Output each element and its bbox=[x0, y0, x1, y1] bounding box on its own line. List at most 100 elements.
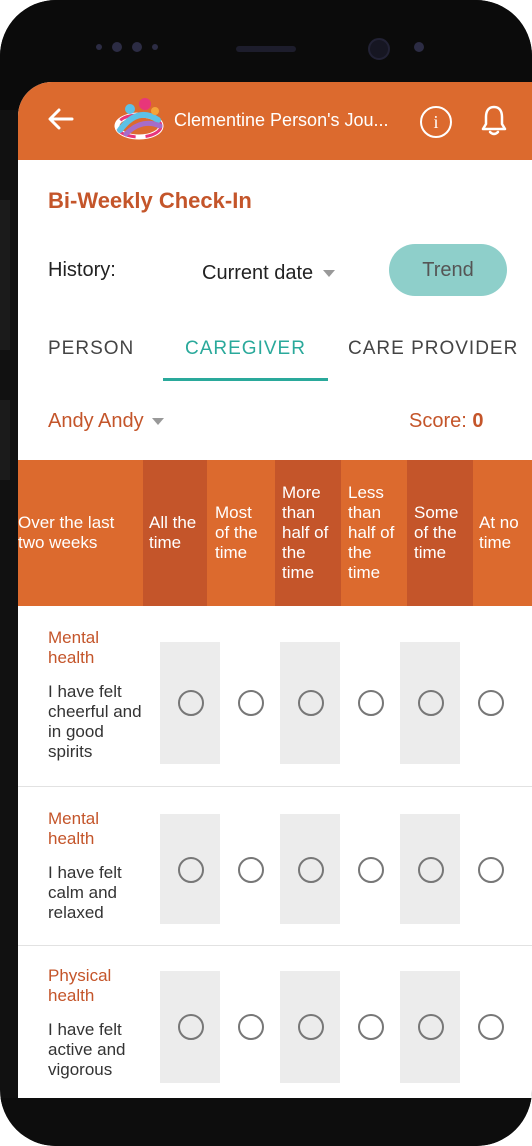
row-category-line: Physical bbox=[48, 966, 112, 985]
dropdown-caret-icon bbox=[323, 270, 336, 277]
radio-less-than-half[interactable] bbox=[358, 857, 384, 883]
header-line: Some bbox=[414, 503, 459, 522]
header-line: the bbox=[282, 543, 306, 562]
sensor bbox=[414, 42, 424, 52]
row-question-line: relaxed bbox=[48, 903, 104, 922]
radio-less-than-half[interactable] bbox=[358, 1014, 384, 1040]
radio-most-of-the-time[interactable] bbox=[238, 857, 264, 883]
header-line: time bbox=[414, 543, 447, 562]
header-line: half of bbox=[348, 523, 395, 542]
table-header: Over the last two weeks All the time Mos… bbox=[18, 460, 532, 606]
row-question: I have felt calm and relaxed bbox=[48, 863, 122, 923]
info-icon[interactable]: i bbox=[420, 106, 452, 138]
header-line: More bbox=[282, 483, 321, 502]
row-category-line: Mental bbox=[48, 809, 100, 828]
header-line: At no bbox=[479, 513, 519, 532]
side-button-power bbox=[0, 400, 10, 480]
history-label: History: bbox=[48, 259, 116, 281]
header-line: Most bbox=[215, 503, 252, 522]
row-category: Physical health bbox=[48, 966, 111, 1006]
trend-button[interactable]: Trend bbox=[389, 244, 507, 296]
header-line: time bbox=[348, 563, 381, 582]
radio-all-the-time[interactable] bbox=[178, 1014, 204, 1040]
speaker bbox=[236, 46, 296, 52]
header-col-some-of-the-time: Some of the time bbox=[407, 460, 473, 606]
app-logo-icon bbox=[108, 96, 168, 144]
history-dropdown[interactable]: Current date bbox=[202, 262, 336, 285]
radio-most-of-the-time[interactable] bbox=[238, 690, 264, 716]
radio-some-of-the-time[interactable] bbox=[418, 690, 444, 716]
radio-more-than-half[interactable] bbox=[298, 1014, 324, 1040]
radio-at-no-time[interactable] bbox=[478, 1014, 504, 1040]
phone-frame: Clementine Person's Jou... i Bi-Weekly C… bbox=[0, 0, 532, 1146]
header-col-at-no-time: At no time bbox=[473, 460, 532, 606]
person-name: Andy Andy bbox=[48, 410, 144, 432]
row-question-line: I have felt bbox=[48, 682, 122, 701]
radio-less-than-half[interactable] bbox=[358, 690, 384, 716]
person-dropdown[interactable]: Andy Andy bbox=[48, 410, 164, 433]
row-question: I have felt active and vigorous bbox=[48, 1020, 126, 1080]
row-question: I have felt cheerful and in good spirits bbox=[48, 682, 142, 762]
row-question-line: vigorous bbox=[48, 1060, 113, 1079]
sensor-dots bbox=[96, 42, 158, 52]
radio-some-of-the-time[interactable] bbox=[418, 857, 444, 883]
score-display: Score: 0 bbox=[409, 410, 484, 433]
question-row: Mental health I have felt cheerful and i… bbox=[18, 606, 532, 787]
row-question-line: active and bbox=[48, 1040, 126, 1059]
bell-icon[interactable] bbox=[480, 104, 508, 136]
header-line: time bbox=[149, 533, 182, 552]
radio-more-than-half[interactable] bbox=[298, 690, 324, 716]
header-period-line: Over the last bbox=[18, 513, 115, 532]
radio-all-the-time[interactable] bbox=[178, 690, 204, 716]
history-selected-value: Current date bbox=[202, 262, 314, 284]
header-line: than bbox=[282, 503, 316, 522]
header-line: time bbox=[479, 533, 512, 552]
score-label: Score: bbox=[409, 410, 467, 432]
row-question-line: spirits bbox=[48, 742, 93, 761]
header-col-more-than-half: More than half of the time bbox=[275, 460, 341, 606]
row-category: Mental health bbox=[48, 809, 99, 849]
app-bar: Clementine Person's Jou... i bbox=[18, 82, 532, 160]
row-category: Mental health bbox=[48, 628, 99, 668]
front-camera bbox=[368, 38, 390, 60]
row-question-line: in good bbox=[48, 722, 104, 741]
radio-most-of-the-time[interactable] bbox=[238, 1014, 264, 1040]
header-line: than bbox=[348, 503, 382, 522]
dropdown-caret-icon bbox=[151, 418, 164, 425]
page-title: Bi-Weekly Check-In bbox=[48, 188, 252, 213]
side-button-volume bbox=[0, 200, 10, 350]
radio-more-than-half[interactable] bbox=[298, 857, 324, 883]
header-line: All the bbox=[149, 513, 197, 532]
header-period: Over the last two weeks bbox=[18, 460, 143, 606]
row-question-line: cheerful and bbox=[48, 702, 142, 721]
radio-at-no-time[interactable] bbox=[478, 857, 504, 883]
question-row: Physical health I have felt active and v… bbox=[18, 946, 532, 1098]
question-row: Mental health I have felt calm and relax… bbox=[18, 787, 532, 946]
tab-caregiver[interactable]: CAREGIVER bbox=[185, 338, 306, 360]
header-col-most-of-the-time: Most of the time bbox=[207, 460, 275, 606]
header-line: of the bbox=[414, 523, 457, 542]
phone-bottom-bezel bbox=[0, 1098, 532, 1146]
tab-bar: PERSON CAREGIVER CARE PROVIDER bbox=[18, 322, 532, 382]
active-tab-indicator bbox=[163, 378, 328, 381]
radio-some-of-the-time[interactable] bbox=[418, 1014, 444, 1040]
header-period-line: two weeks bbox=[18, 533, 98, 552]
back-arrow-icon[interactable] bbox=[46, 104, 80, 138]
header-line: time bbox=[215, 543, 248, 562]
row-category-line: health bbox=[48, 986, 95, 1005]
row-question-line: I have felt bbox=[48, 863, 122, 882]
score-value: 0 bbox=[472, 410, 484, 432]
header-line: half of bbox=[282, 523, 329, 542]
radio-all-the-time[interactable] bbox=[178, 857, 204, 883]
header-line: time bbox=[282, 563, 315, 582]
app-title: Clementine Person's Jou... bbox=[174, 110, 389, 130]
header-line: of the bbox=[215, 523, 258, 542]
row-question-line: calm and bbox=[48, 883, 117, 902]
row-category-line: health bbox=[48, 648, 95, 667]
radio-at-no-time[interactable] bbox=[478, 690, 504, 716]
tab-care-provider[interactable]: CARE PROVIDER bbox=[348, 338, 518, 360]
row-category-line: Mental bbox=[48, 628, 100, 647]
tab-person[interactable]: PERSON bbox=[48, 338, 134, 360]
row-category-line: health bbox=[48, 829, 95, 848]
header-col-all-the-time: All the time bbox=[143, 460, 207, 606]
